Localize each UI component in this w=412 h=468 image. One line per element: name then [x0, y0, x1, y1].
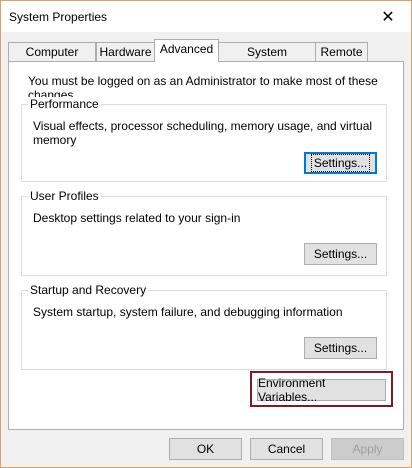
user-profiles-settings-button[interactable]: Settings...	[304, 243, 377, 265]
tab-system-protection[interactable]: System Protection	[218, 42, 316, 77]
tab-advanced[interactable]: Advanced	[154, 39, 219, 62]
close-icon[interactable]: ✕	[365, 1, 411, 32]
apply-button[interactable]: Apply	[331, 438, 404, 460]
startup-recovery-legend: Startup and Recovery	[28, 283, 149, 297]
performance-settings-label: Settings...	[310, 154, 371, 172]
startup-recovery-description: System startup, system failure, and debu…	[33, 305, 343, 319]
performance-description: Visual effects, processor scheduling, me…	[33, 119, 373, 147]
title-bar[interactable]: System Properties ✕	[1, 1, 411, 32]
advanced-tab-panel: You must be logged on as an Administrato…	[8, 61, 404, 430]
user-profiles-legend: User Profiles	[28, 189, 101, 203]
tab-remote[interactable]: Remote	[315, 42, 368, 61]
performance-group: Performance Visual effects, processor sc…	[21, 97, 387, 182]
tab-hardware[interactable]: Hardware	[96, 42, 155, 61]
performance-settings-button[interactable]: Settings...	[304, 152, 377, 174]
tab-computer-name[interactable]: Computer Name	[8, 42, 96, 77]
system-properties-window: System Properties ✕ Computer Name Hardwa…	[0, 0, 412, 468]
startup-recovery-settings-button[interactable]: Settings...	[304, 337, 377, 359]
performance-legend: Performance	[28, 97, 101, 111]
ok-button[interactable]: OK	[169, 438, 242, 460]
cancel-button[interactable]: Cancel	[250, 438, 323, 460]
user-profiles-description: Desktop settings related to your sign-in	[33, 211, 241, 225]
environment-variables-button[interactable]: Environment Variables...	[257, 376, 386, 404]
window-title: System Properties	[9, 10, 108, 24]
startup-recovery-group: Startup and Recovery System startup, sys…	[21, 283, 387, 370]
user-profiles-group: User Profiles Desktop settings related t…	[21, 189, 387, 276]
